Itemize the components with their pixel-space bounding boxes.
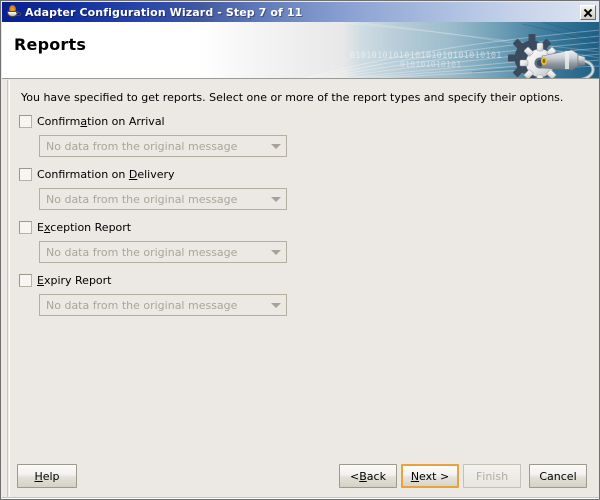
checkbox-label-exception-report: Exception Report bbox=[37, 221, 132, 234]
combobox-value-expiry-report: No data from the original message bbox=[46, 298, 238, 312]
window-bottom-edge bbox=[2, 497, 599, 499]
report-row-confirmation-on-delivery: Confirmation on Delivery No data from th… bbox=[19, 167, 287, 220]
report-row-exception-report: Exception Report No data from the origin… bbox=[19, 220, 287, 273]
chevron-down-icon[interactable] bbox=[268, 295, 286, 315]
window-title: Adapter Configuration Wizard - Step 7 of… bbox=[25, 5, 303, 19]
content-panel: You have specified to get reports. Selec… bbox=[2, 80, 599, 451]
checkbox-exception-report[interactable] bbox=[19, 221, 32, 234]
banner-graphic: 0101010101010101010101010101 01010101010… bbox=[2, 22, 599, 79]
combobox-value-confirmation-on-delivery: No data from the original message bbox=[46, 192, 238, 206]
close-icon[interactable] bbox=[580, 4, 596, 20]
back-button[interactable]: < Back bbox=[339, 464, 397, 488]
wizard-banner: 0101010101010101010101010101 01010101010… bbox=[2, 22, 599, 79]
title-bar: Adapter Configuration Wizard - Step 7 of… bbox=[2, 2, 599, 22]
button-bar: Help < Back Next > Finish Cancel bbox=[2, 451, 599, 499]
chevron-down-icon[interactable] bbox=[268, 136, 286, 156]
combobox-value-exception-report: No data from the original message bbox=[46, 245, 238, 259]
report-options-group: Confirmation on Arrival No data from the… bbox=[19, 114, 287, 326]
checkbox-confirmation-on-delivery[interactable] bbox=[19, 168, 32, 181]
combobox-value-confirmation-on-arrival: No data from the original message bbox=[46, 139, 238, 153]
checkbox-label-confirmation-on-arrival: Confirmation on Arrival bbox=[37, 115, 165, 128]
finish-button: Finish bbox=[463, 464, 521, 488]
combobox-confirmation-on-arrival[interactable]: No data from the original message bbox=[39, 135, 287, 157]
combobox-exception-report[interactable]: No data from the original message bbox=[39, 241, 287, 263]
report-row-expiry-report: Expiry Report No data from the original … bbox=[19, 273, 287, 326]
chevron-down-icon[interactable] bbox=[268, 242, 286, 262]
cancel-button[interactable]: Cancel bbox=[529, 464, 587, 488]
chevron-down-icon[interactable] bbox=[268, 189, 286, 209]
combobox-expiry-report[interactable]: No data from the original message bbox=[39, 294, 287, 316]
combobox-confirmation-on-delivery[interactable]: No data from the original message bbox=[39, 188, 287, 210]
next-button[interactable]: Next > bbox=[401, 464, 459, 488]
banner-divider bbox=[2, 78, 599, 79]
java-coffee-cup-icon bbox=[5, 4, 21, 20]
checkbox-confirmation-on-arrival[interactable] bbox=[19, 115, 32, 128]
wizard-window: Adapter Configuration Wizard - Step 7 of… bbox=[0, 0, 600, 500]
report-row-confirmation-on-arrival: Confirmation on Arrival No data from the… bbox=[19, 114, 287, 167]
checkbox-expiry-report[interactable] bbox=[19, 274, 32, 287]
help-button[interactable]: Help bbox=[17, 464, 77, 488]
page-title: Reports bbox=[14, 35, 87, 54]
checkbox-label-confirmation-on-delivery: Confirmation on Delivery bbox=[37, 168, 175, 181]
banner-binary-text-2: 010101010101 bbox=[400, 60, 461, 69]
instruction-text: You have specified to get reports. Selec… bbox=[21, 91, 564, 104]
checkbox-label-expiry-report: Expiry Report bbox=[37, 274, 112, 287]
